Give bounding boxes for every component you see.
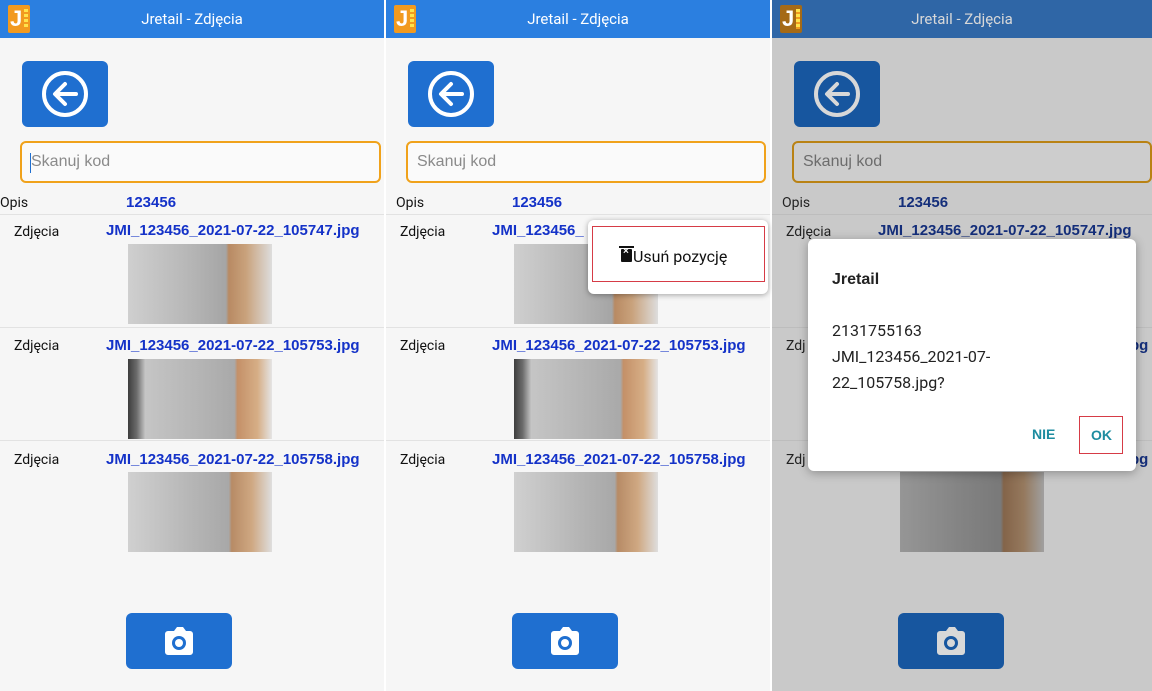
back-button[interactable] (22, 61, 108, 127)
arrow-left-circle-icon (814, 71, 860, 117)
photo-filename[interactable]: JMI_123456_2021-07-22_105753.jpg (492, 337, 746, 354)
photo-filename[interactable]: JMI_123456_2021-07-22_105758.jpg (492, 451, 746, 468)
opis-label: Opis (396, 195, 425, 211)
photo-filename[interactable]: JMI_123456_2021-07-22_105747.jpg (106, 222, 360, 239)
divider (386, 440, 770, 441)
arrow-left-circle-icon (428, 71, 474, 117)
scan-code-field[interactable] (31, 143, 371, 181)
delete-item-label: Usuń pozycję (633, 247, 728, 266)
photo-filename[interactable]: JMI_123456_2021-07-22_105753.jpg (106, 337, 360, 354)
dialog-message-line: 2131755163 (832, 321, 922, 340)
delete-item-menu-option[interactable]: Usuń pozycję (592, 226, 765, 282)
context-menu: Usuń pozycję (588, 220, 768, 294)
dialog-message-line: JMI_123456_2021-07- (832, 347, 991, 366)
no-button[interactable]: NIE (1032, 426, 1055, 442)
photo-label-clipped: Zdj (786, 452, 806, 468)
divider (386, 214, 770, 215)
back-button[interactable] (794, 61, 880, 127)
scan-code-field[interactable] (803, 143, 1143, 181)
ok-button[interactable]: OK (1079, 416, 1123, 454)
photo-label: Zdjęcia (400, 452, 446, 468)
opis-value: 123456 (898, 194, 949, 211)
back-button[interactable] (408, 61, 494, 127)
photo-thumbnail[interactable] (900, 472, 1044, 552)
app-title: Jretail - Zdjęcia (141, 10, 243, 28)
photo-thumbnail[interactable] (128, 359, 272, 439)
scan-code-input[interactable] (20, 141, 381, 183)
photo-filename[interactable]: JMI_123456_2021-07-22_105747.jpg (878, 222, 1132, 239)
camera-button[interactable] (898, 613, 1004, 669)
divider (0, 327, 384, 328)
screen-photos-context-menu: J Jretail - Zdjęcia Opis 123456 Zdjęcia … (386, 0, 770, 691)
photo-label-clipped: Zdj (786, 338, 806, 354)
title-bar: J Jretail - Zdjęcia (772, 0, 1152, 38)
title-bar: J Jretail - Zdjęcia (0, 0, 384, 38)
dialog-message-line: 22_105758.jpg? (832, 373, 945, 392)
title-bar: J Jretail - Zdjęcia (386, 0, 770, 38)
opis-label: Opis (782, 195, 811, 211)
confirm-dialog: Jretail 2131755163 JMI_123456_2021-07- 2… (808, 239, 1136, 471)
dialog-title: Jretail (832, 271, 880, 288)
divider (0, 214, 384, 215)
camera-button[interactable] (512, 613, 618, 669)
photo-thumbnail[interactable] (514, 472, 658, 552)
photo-filename[interactable]: JMI_123456_2021-07-22_105758.jpg (106, 451, 360, 468)
arrow-left-circle-icon (42, 71, 88, 117)
ok-button-label: OK (1091, 427, 1112, 443)
camera-icon (165, 627, 193, 655)
photo-label: Zdjęcia (14, 452, 60, 468)
photo-filename-truncated[interactable]: JMI_123456_ (492, 222, 584, 239)
dialog-message: 2131755163 JMI_123456_2021-07- 22_105758… (832, 318, 990, 396)
app-title: Jretail - Zdjęcia (527, 10, 629, 28)
photo-label: Zdjęcia (400, 338, 446, 354)
divider (386, 327, 770, 328)
divider (772, 214, 1152, 215)
camera-button[interactable] (126, 613, 232, 669)
scan-code-input[interactable] (792, 141, 1152, 183)
screen-photos: J Jretail - Zdjęcia Opis 123456 Zdjęcia … (0, 0, 384, 691)
photo-label: Zdjęcia (14, 338, 60, 354)
scan-code-input[interactable] (406, 141, 766, 183)
trash-icon (619, 246, 634, 262)
photo-label: Zdjęcia (400, 224, 446, 240)
opis-label: Opis (0, 195, 29, 211)
camera-icon (937, 627, 965, 655)
photo-label: Zdjęcia (14, 224, 60, 240)
opis-value: 123456 (126, 194, 177, 211)
app-title: Jretail - Zdjęcia (911, 10, 1013, 28)
photo-label: Zdjęcia (786, 224, 832, 240)
scan-code-field[interactable] (417, 143, 757, 181)
photo-thumbnail[interactable] (514, 359, 658, 439)
divider (0, 440, 384, 441)
opis-value: 123456 (512, 194, 563, 211)
photo-thumbnail[interactable] (128, 244, 272, 324)
photo-thumbnail[interactable] (128, 472, 272, 552)
camera-icon (551, 627, 579, 655)
